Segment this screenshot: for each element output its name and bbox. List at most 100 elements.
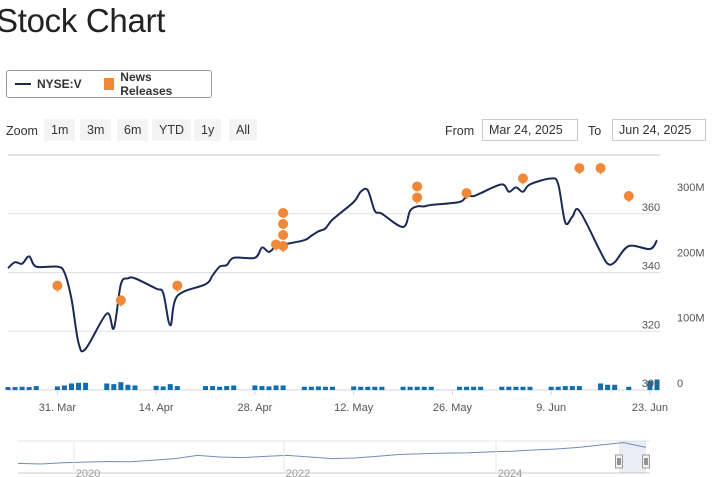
volume-bar: [358, 386, 364, 390]
volume-bar: [104, 383, 110, 390]
volume-bar: [576, 386, 582, 390]
volume-bar: [252, 385, 258, 390]
navigator-line: [17, 442, 647, 465]
volume-bar: [322, 386, 328, 390]
news-marker[interactable]: [412, 181, 423, 192]
navigator-year-label: 2020: [76, 468, 100, 477]
volume-bar: [26, 387, 32, 390]
price-tick-label: 360: [642, 202, 660, 214]
news-marker[interactable]: [623, 191, 634, 201]
volume-bar: [598, 383, 604, 390]
volume-bar: [351, 386, 357, 390]
news-marker[interactable]: [278, 240, 289, 251]
news-marker[interactable]: [52, 280, 63, 291]
volume-bar: [259, 386, 265, 390]
news-marker[interactable]: [461, 188, 472, 199]
x-tick-label: 28. Apr: [237, 402, 272, 414]
volume-bar: [160, 386, 166, 390]
volume-bar: [414, 386, 420, 390]
volume-bar: [471, 386, 477, 390]
volume-bar: [379, 386, 385, 390]
price-tick-label: 300: [642, 378, 660, 390]
price-tick-label: 340: [642, 261, 660, 273]
navigator[interactable]: 2020 2022 2024: [17, 440, 650, 477]
news-marker[interactable]: [517, 173, 528, 184]
volume-bar: [266, 386, 272, 390]
volume-bar: [118, 382, 124, 390]
volume-bar: [224, 386, 230, 390]
volume-bar: [612, 384, 618, 390]
volume-bar: [555, 386, 561, 390]
volume-bar: [506, 386, 512, 390]
volume-bar: [562, 386, 568, 390]
news-marker[interactable]: [278, 207, 289, 218]
volume-bar: [280, 385, 286, 390]
volume-bar: [605, 384, 611, 390]
volume-bar: [315, 386, 321, 390]
navigator-left-handle[interactable]: [615, 454, 623, 469]
volume-bar: [372, 386, 378, 390]
volume-bar: [548, 386, 554, 390]
volume-bar: [273, 385, 279, 390]
volume-bar: [464, 386, 470, 390]
news-marker[interactable]: [574, 163, 585, 174]
price-tick-label: 320: [642, 319, 660, 331]
volume-bar: [407, 386, 413, 390]
navigator-year-label: 2024: [498, 468, 522, 477]
x-tick-label: 23. Jun: [632, 402, 668, 414]
volume-bar: [478, 386, 484, 390]
volume-bar: [365, 386, 371, 390]
volume-bar: [520, 386, 526, 390]
volume-bar: [513, 386, 519, 390]
volume-bar: [626, 386, 632, 390]
volume-bar: [569, 386, 575, 390]
volume-bar: [330, 386, 335, 390]
volume-bar: [231, 385, 237, 390]
news-marker[interactable]: [278, 218, 289, 229]
volume-bar: [5, 387, 11, 390]
volume-bar: [210, 386, 216, 390]
volume-tick-label: 100M: [677, 313, 705, 325]
volume-bar: [167, 384, 173, 390]
volume-bar: [301, 386, 307, 390]
volume-bar: [19, 386, 25, 390]
news-markers: [52, 163, 634, 307]
x-tick-label: 12. May: [334, 402, 374, 414]
stock-chart: 300 320 340 360 0 100M 200M 300M 31. Mar 14. Apr…: [5, 154, 705, 477]
navigator-selection[interactable]: [619, 441, 646, 473]
volume-tick-label: 200M: [677, 247, 705, 259]
y-axis-labels: 300 320 340 360 0 100M 200M 300M: [642, 182, 705, 390]
volume-bars: [5, 379, 660, 390]
volume-bar: [83, 382, 89, 390]
volume-bar: [61, 385, 67, 390]
volume-bar: [33, 386, 39, 390]
volume-bar: [400, 386, 406, 390]
news-marker[interactable]: [595, 163, 606, 174]
volume-bar: [12, 387, 18, 390]
x-axis-labels: 31. Mar 14. Apr 28. Apr 12. May 26. May 9. Ju…: [39, 390, 668, 414]
volume-bar: [111, 384, 117, 390]
volume-bar: [217, 386, 223, 390]
navigator-right-handle[interactable]: [642, 454, 650, 469]
x-tick-label: 26. May: [433, 402, 473, 414]
x-tick-label: 31. Mar: [39, 402, 77, 414]
volume-bar: [428, 386, 434, 390]
volume-bar: [132, 385, 138, 390]
volume-bar: [421, 386, 427, 390]
volume-bar: [527, 386, 533, 390]
volume-bar: [153, 385, 159, 390]
news-marker[interactable]: [172, 280, 183, 291]
volume-tick-label: 300M: [677, 182, 705, 194]
volume-bar: [68, 383, 74, 390]
price-line[interactable]: [7, 177, 658, 353]
x-tick-label: 14. Apr: [139, 402, 174, 414]
volume-bar: [54, 386, 60, 390]
news-marker[interactable]: [412, 192, 423, 203]
news-marker[interactable]: [115, 295, 126, 306]
x-tick-label: 9. Jun: [536, 402, 566, 414]
volume-bar: [76, 382, 82, 390]
navigator-year-label: 2022: [286, 468, 310, 477]
news-marker[interactable]: [278, 229, 289, 240]
volume-bar: [125, 384, 131, 390]
volume-tick-label: 0: [677, 378, 683, 390]
